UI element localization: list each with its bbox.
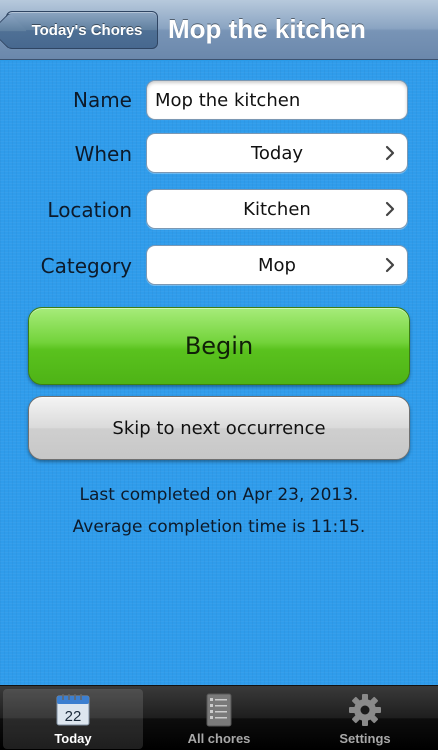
name-label: Name	[72, 88, 132, 112]
calendar-day-number: 22	[65, 708, 82, 725]
navigation-bar: Today's Chores Mop the kitchen	[0, 0, 438, 60]
tab-today-label: Today	[54, 731, 92, 746]
category-selector[interactable]: Mop	[146, 245, 408, 285]
tab-all-chores-label: All chores	[187, 731, 251, 746]
back-button-label: Today's Chores	[31, 21, 143, 39]
chore-detail-form: Name Mop the kitchen When Today Location…	[0, 61, 438, 685]
tab-settings-label: Settings	[339, 731, 391, 746]
location-label: Location	[47, 198, 132, 222]
tab-all-chores[interactable]: All chores	[149, 689, 289, 749]
calendar-icon: 22	[55, 693, 91, 727]
list-icon	[201, 693, 237, 727]
skip-button[interactable]: Skip to next occurrence	[28, 396, 410, 460]
begin-button-label: Begin	[184, 332, 254, 360]
name-field[interactable]: Mop the kitchen	[146, 80, 408, 120]
name-field-value: Mop the kitchen	[155, 89, 301, 111]
chevron-right-icon	[385, 201, 395, 217]
tab-bar: 22 Today All chores Settings	[0, 685, 438, 750]
when-label: When	[74, 142, 132, 166]
page-title: Mop the kitchen	[168, 14, 366, 44]
chevron-right-icon	[385, 145, 395, 161]
when-selector[interactable]: Today	[146, 133, 408, 173]
location-selector[interactable]: Kitchen	[146, 189, 408, 229]
average-time-text: Average completion time is 11:15.	[72, 517, 366, 537]
category-value: Mop	[258, 254, 296, 276]
last-completed-text: Last completed on Apr 23, 2013.	[79, 485, 359, 505]
gear-icon	[347, 693, 383, 727]
when-value: Today	[250, 142, 304, 164]
back-button[interactable]: Today's Chores	[6, 11, 158, 49]
tab-today[interactable]: 22 Today	[3, 689, 143, 749]
skip-button-label: Skip to next occurrence	[112, 417, 326, 439]
tab-settings[interactable]: Settings	[295, 689, 435, 749]
location-value: Kitchen	[243, 198, 311, 220]
category-label: Category	[40, 254, 132, 278]
chevron-right-icon	[385, 257, 395, 273]
begin-button[interactable]: Begin	[28, 307, 410, 385]
